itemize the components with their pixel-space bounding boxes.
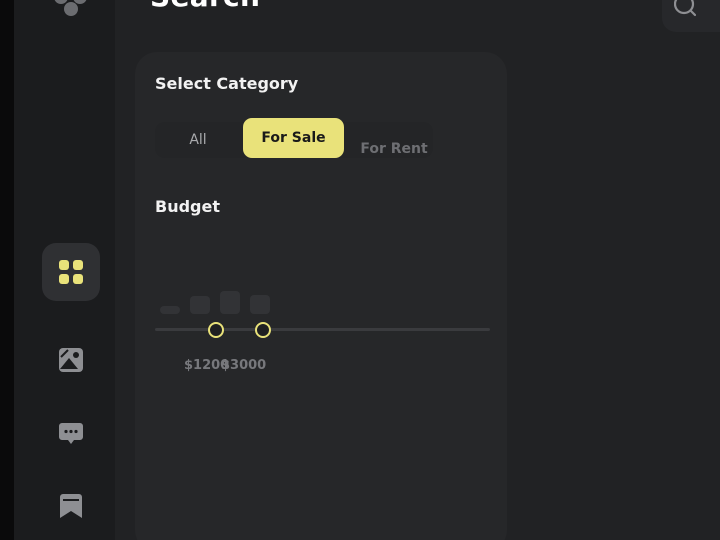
filter-panel: Select Category All For Sale For Rent Bu… <box>135 52 507 540</box>
category-for-rent-button[interactable]: For Rent <box>351 131 437 167</box>
sidebar <box>14 0 115 540</box>
histogram-bar <box>190 296 210 314</box>
budget-label: Budget <box>155 197 220 216</box>
image-icon <box>59 348 83 372</box>
budget-max-value: $3000 <box>221 358 267 373</box>
budget-slider-track[interactable] <box>155 328 490 331</box>
budget-max-handle[interactable] <box>255 322 271 338</box>
sidebar-item-gallery[interactable] <box>42 331 100 389</box>
budget-min-handle[interactable] <box>208 322 224 338</box>
category-all-button[interactable]: All <box>155 122 241 158</box>
category-selector: All For Sale For Rent <box>155 118 433 158</box>
histogram-bar <box>220 291 240 314</box>
chat-icon <box>59 423 83 444</box>
logo-dots-icon <box>50 0 106 22</box>
histogram-bar <box>160 306 180 314</box>
search-icon <box>674 0 696 17</box>
category-for-sale-button[interactable]: For Sale <box>243 118 344 158</box>
search-button[interactable] <box>662 0 720 32</box>
category-label: Select Category <box>155 74 299 93</box>
bookmark-icon <box>60 494 82 518</box>
page-title: Search <box>150 0 260 13</box>
app-window: Search Select Category All For Sale For … <box>0 0 720 540</box>
sidebar-item-dashboard[interactable] <box>42 243 100 301</box>
budget-histogram <box>160 290 280 314</box>
window-edge <box>0 0 14 540</box>
grid-icon <box>59 260 83 284</box>
sidebar-item-saved[interactable] <box>42 477 100 535</box>
histogram-bar <box>250 295 270 314</box>
sidebar-item-messages[interactable] <box>42 404 100 462</box>
main-content: Search Select Category All For Sale For … <box>115 0 720 540</box>
